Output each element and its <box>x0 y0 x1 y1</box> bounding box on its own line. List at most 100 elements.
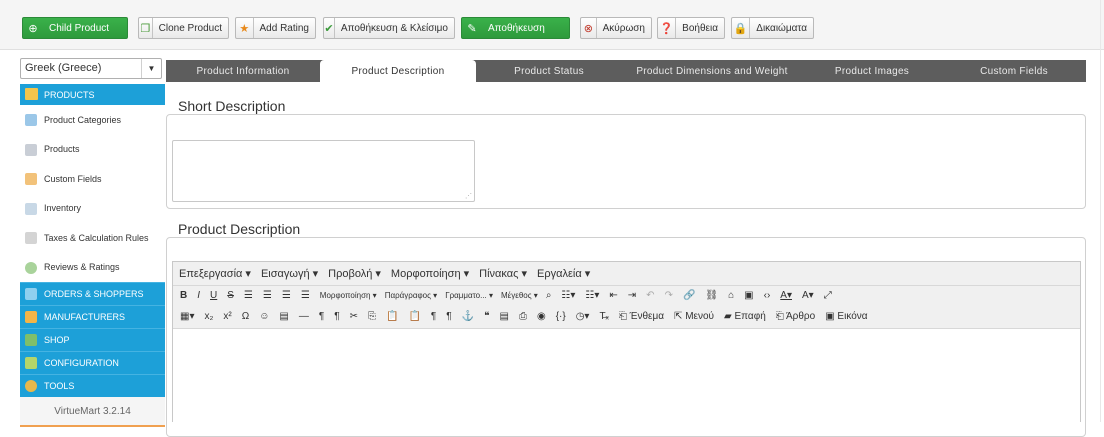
template-icon[interactable]: ▤ <box>500 311 509 322</box>
sidebar-section-configuration[interactable]: CONFIGURATION <box>20 351 165 374</box>
toolbar: ⊕ Child Product ❐ Clone Product ★ Add Ra… <box>0 0 1104 50</box>
preview-icon[interactable]: ◉ <box>537 311 546 322</box>
subscript-icon[interactable]: x₂ <box>204 311 213 322</box>
show-invisible-icon[interactable]: ¶ <box>446 311 451 322</box>
sidebar-item-products[interactable]: Products <box>20 135 165 165</box>
cancel-button[interactable]: ⊗ Ακύρωση <box>580 17 652 39</box>
special-char-icon[interactable]: Ω <box>242 311 249 322</box>
cancel-icon: ⊗ <box>581 18 597 38</box>
menu-tools[interactable]: Εργαλεία ▾ <box>537 267 590 280</box>
sidebar-section-products[interactable]: PRODUCTS <box>20 84 165 105</box>
redo-icon[interactable]: ↷ <box>665 290 673 301</box>
contact-button[interactable]: ▰ Επαφή <box>724 311 766 322</box>
sidebar-item-product-categories[interactable]: Product Categories <box>20 105 165 135</box>
indent-icon[interactable]: ⇥ <box>628 290 636 301</box>
bookmark-icon[interactable]: ⌂ <box>728 290 734 301</box>
copy-icon[interactable]: ⎘ <box>368 311 376 322</box>
numbered-list-icon[interactable]: ☷▾ <box>585 290 599 301</box>
tab-custom-fields[interactable]: Custom Fields <box>942 60 1086 82</box>
paste-icon[interactable]: 📋 <box>386 311 398 322</box>
sidebar-item-custom-fields[interactable]: Custom Fields <box>20 164 165 194</box>
align-justify-icon[interactable]: ☰ <box>301 290 310 301</box>
source-code-icon[interactable]: {·} <box>556 311 566 322</box>
editor-menubar: Επεξεργασία ▾ Εισαγωγή ▾ Προβολή ▾ Μορφο… <box>173 262 1080 286</box>
format-dropdown[interactable]: Μορφοποίηση ▾ <box>320 291 377 300</box>
sidebar-section-tools[interactable]: TOOLS <box>20 374 165 397</box>
paste-text-icon[interactable]: 📋 <box>408 311 420 322</box>
strikethrough-icon[interactable]: S <box>227 290 234 301</box>
scrollbar-track[interactable] <box>1100 0 1101 422</box>
article-button[interactable]: ⎗ Άρθρο <box>776 311 815 322</box>
emoticon-icon[interactable]: ☺ <box>259 311 269 322</box>
tab-product-information[interactable]: Product Information <box>166 60 320 82</box>
clone-product-button[interactable]: ❐ Clone Product <box>138 17 229 39</box>
media-icon[interactable]: ▤ <box>279 311 288 322</box>
background-color-icon[interactable]: A▾ <box>802 290 814 301</box>
anchor-icon[interactable]: ⚓ <box>462 311 474 322</box>
resize-grip-icon[interactable]: ⋰ <box>465 192 472 200</box>
unlink-icon[interactable]: ⛓ <box>705 290 718 301</box>
permissions-button[interactable]: 🔒 Δικαιώματα <box>731 17 814 39</box>
sidebar-item-reviews[interactable]: Reviews & Ratings <box>20 253 165 283</box>
add-rating-button[interactable]: ★ Add Rating <box>235 17 316 39</box>
code-icon[interactable]: ‹› <box>764 290 771 301</box>
sidebar-item-taxes[interactable]: Taxes & Calculation Rules <box>20 223 165 253</box>
sidebar-section-shop[interactable]: SHOP <box>20 328 165 351</box>
image-button[interactable]: ▣ Εικόνα <box>825 311 867 322</box>
horizontal-rule-icon[interactable]: — <box>299 311 309 322</box>
menu-button[interactable]: ⇱ Μενού <box>674 311 714 322</box>
align-left-icon[interactable]: ☰ <box>244 290 253 301</box>
clear-format-icon[interactable]: T̶ₓ <box>599 311 608 322</box>
editor-content-area[interactable] <box>173 329 1080 423</box>
tab-product-dimensions[interactable]: Product Dimensions and Weight <box>622 60 802 82</box>
menu-format[interactable]: Μορφοποίηση ▾ <box>391 267 469 280</box>
undo-icon[interactable]: ↶ <box>646 290 654 301</box>
language-select[interactable]: Greek (Greece) ▼ <box>20 58 162 79</box>
link-icon[interactable]: 🔗 <box>683 290 695 301</box>
ltr-icon[interactable]: ¶ <box>319 311 324 322</box>
bullet-list-icon[interactable]: ☷▾ <box>561 290 575 301</box>
show-blocks-icon[interactable]: ¶ <box>431 311 436 322</box>
align-right-icon[interactable]: ☰ <box>282 290 291 301</box>
child-product-button[interactable]: ⊕ Child Product <box>22 17 128 39</box>
print-icon[interactable]: ⎙ <box>519 311 527 322</box>
calculator-icon <box>25 232 37 244</box>
fullscreen-icon[interactable]: ⤢ <box>824 290 832 301</box>
font-dropdown[interactable]: Γραμματο... ▾ <box>445 291 493 300</box>
tab-product-images[interactable]: Product Images <box>802 60 942 82</box>
products-icon <box>25 143 37 156</box>
save-button[interactable]: ✎ Αποθήκευση <box>461 17 570 39</box>
clock-icon[interactable]: ◷▾ <box>576 311 590 322</box>
tab-product-description[interactable]: Product Description <box>320 60 476 82</box>
image-icon[interactable]: ▣ <box>744 290 753 301</box>
superscript-icon[interactable]: x² <box>223 311 231 322</box>
bold-icon[interactable]: B <box>180 290 187 301</box>
embed-button[interactable]: ⎗ Ένθεμα <box>619 311 664 322</box>
sidebar-section-manufacturers[interactable]: MANUFACTURERS <box>20 305 165 328</box>
align-center-icon[interactable]: ☰ <box>263 290 272 301</box>
sidebar-section-orders[interactable]: ORDERS & SHOPPERS <box>20 282 165 305</box>
italic-icon[interactable]: I <box>197 290 200 301</box>
underline-icon[interactable]: U <box>210 290 217 301</box>
menu-edit[interactable]: Επεξεργασία ▾ <box>179 267 251 280</box>
table-icon[interactable]: ▦▾ <box>180 311 194 322</box>
menu-table[interactable]: Πίνακας ▾ <box>479 267 527 280</box>
copy-icon: ❐ <box>139 18 153 38</box>
inventory-icon <box>25 202 37 215</box>
help-button[interactable]: ❓ Βοήθεια <box>657 17 725 39</box>
menu-view[interactable]: Προβολή ▾ <box>328 267 381 280</box>
paragraph-dropdown[interactable]: Παράγραφος ▾ <box>385 291 437 300</box>
blockquote-icon[interactable]: ❝ <box>484 311 489 322</box>
text-color-icon[interactable]: A▾ <box>780 290 792 301</box>
find-icon[interactable]: ⌕ <box>546 290 552 301</box>
short-description-textarea[interactable]: ⋰ <box>172 140 475 202</box>
size-dropdown[interactable]: Μέγεθος ▾ <box>501 291 538 300</box>
save-close-button[interactable]: ✔ Αποθήκευση & Κλείσιμο <box>323 17 455 39</box>
outdent-icon[interactable]: ⇤ <box>609 290 617 301</box>
cut-icon[interactable]: ✂ <box>350 311 358 322</box>
menu-insert[interactable]: Εισαγωγή ▾ <box>261 267 318 280</box>
orders-icon <box>25 288 37 300</box>
sidebar-item-inventory[interactable]: Inventory <box>20 194 165 224</box>
rtl-icon[interactable]: ¶ <box>334 311 339 322</box>
tab-product-status[interactable]: Product Status <box>476 60 622 82</box>
